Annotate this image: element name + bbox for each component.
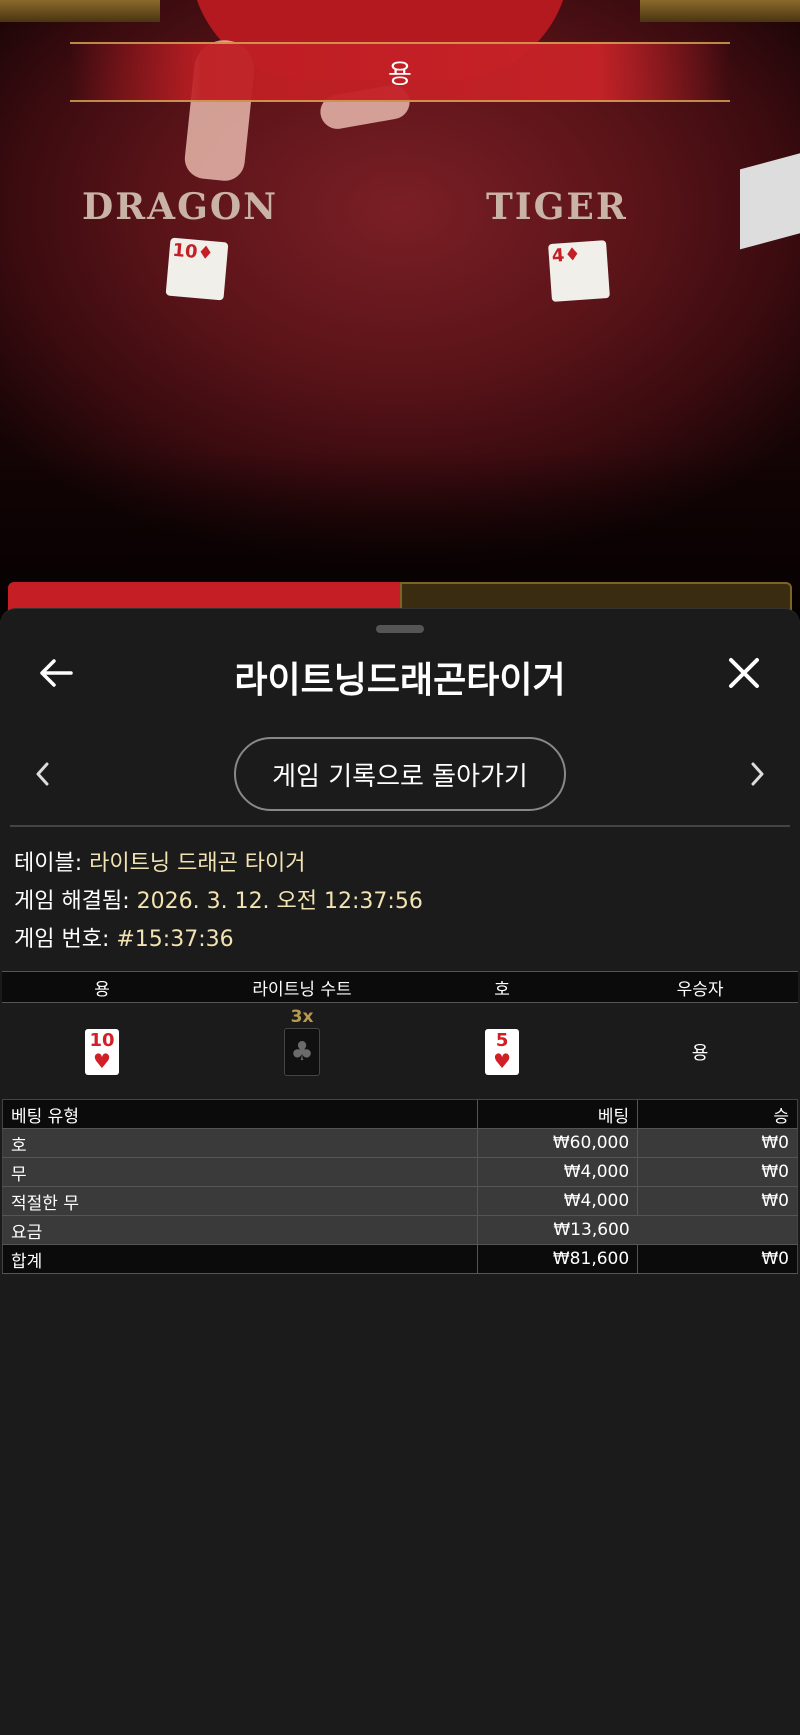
- result-summary-table: 용 라이트닝 수트 호 우승자 10 ♥ 3x ♣ 5 ♥ 용: [2, 971, 798, 1101]
- game-number-info: 게임 번호: #15:37:36: [14, 927, 234, 952]
- tiger-card: 5 ♥: [485, 1029, 520, 1075]
- col-dragon: 용: [2, 971, 203, 1003]
- chevron-left-icon[interactable]: [28, 759, 56, 789]
- bet-type-cell: 호: [2, 1128, 478, 1158]
- col-tiger: 호: [402, 971, 603, 1003]
- bet-type-cell: 무: [2, 1157, 478, 1187]
- back-to-history-button[interactable]: 게임 기록으로 돌아가기: [234, 737, 566, 811]
- lightning-suit-cell: 3x ♣: [202, 1003, 402, 1102]
- table-row: 무 ₩4,000 ₩0: [2, 1157, 798, 1187]
- col-winner: 우승자: [602, 971, 798, 1003]
- winner-banner: 용: [70, 42, 730, 102]
- table-row: 적절한 무 ₩4,000 ₩0: [2, 1186, 798, 1216]
- bet-amount-cell: ₩4,000: [477, 1157, 638, 1187]
- divider: [10, 825, 790, 827]
- lightning-multiplier: 3x: [290, 1007, 314, 1027]
- dragon-card: 10 ♥: [85, 1029, 120, 1075]
- live-video-area: 용 DRAGON TIGER 10♦ 4♦: [0, 0, 800, 620]
- table-row: 요금 ₩13,600: [2, 1215, 798, 1245]
- bet-amount-cell: ₩13,600: [477, 1215, 638, 1245]
- tiger-card-cell: 5 ♥: [402, 1003, 602, 1102]
- chevron-right-icon[interactable]: [744, 759, 772, 789]
- col-lightning-suit: 라이트닝 수트: [202, 971, 403, 1003]
- win-amount-cell: ₩0: [637, 1186, 798, 1216]
- tiger-zone-label: TIGER: [486, 186, 628, 228]
- win-amount-cell: ₩0: [637, 1128, 798, 1158]
- table-rail-right: [640, 0, 800, 22]
- drag-handle[interactable]: [376, 625, 424, 633]
- game-detail-sheet: 라이트닝드래곤타이거 게임 기록으로 돌아가기 테이블: 라이트닝 드래곤 타이…: [0, 608, 800, 1735]
- club-suit-icon: ♣: [284, 1028, 321, 1076]
- header-bet-type: 베팅 유형: [2, 1099, 478, 1129]
- bet-amount-cell: ₩60,000: [477, 1128, 638, 1158]
- dragon-table-card: 10♦: [165, 237, 229, 301]
- card-shoe: [740, 150, 800, 250]
- dragon-zone-label: DRAGON: [82, 186, 279, 228]
- table-info: 테이블: 라이트닝 드래곤 타이거: [14, 851, 306, 876]
- page-title: 라이트닝드래곤타이거: [234, 660, 566, 701]
- resolved-info: 게임 해결됨: 2026. 3. 12. 오전 12:37:56: [14, 889, 423, 914]
- tiger-table-card: 4♦: [548, 240, 610, 302]
- winner-value: 용: [691, 1043, 709, 1064]
- close-icon[interactable]: [724, 653, 764, 693]
- win-amount-cell: [637, 1215, 798, 1245]
- dragon-card-cell: 10 ♥: [2, 1003, 202, 1102]
- total-label: 합계: [2, 1244, 478, 1274]
- total-bet: ₩81,600: [477, 1244, 638, 1274]
- bet-type-cell: 요금: [2, 1215, 478, 1245]
- total-win: ₩0: [637, 1244, 798, 1274]
- bets-table: 베팅 유형 베팅 승 호 ₩60,000 ₩0 무 ₩4,000 ₩0 적절한 …: [2, 1099, 798, 1274]
- win-amount-cell: ₩0: [637, 1157, 798, 1187]
- table-row: 호 ₩60,000 ₩0: [2, 1128, 798, 1158]
- bet-type-cell: 적절한 무: [2, 1186, 478, 1216]
- header-bet: 베팅: [477, 1099, 638, 1129]
- bet-amount-cell: ₩4,000: [477, 1186, 638, 1216]
- total-row: 합계 ₩81,600 ₩0: [2, 1244, 798, 1274]
- header-win: 승: [637, 1099, 798, 1129]
- table-rail-left: [0, 0, 160, 22]
